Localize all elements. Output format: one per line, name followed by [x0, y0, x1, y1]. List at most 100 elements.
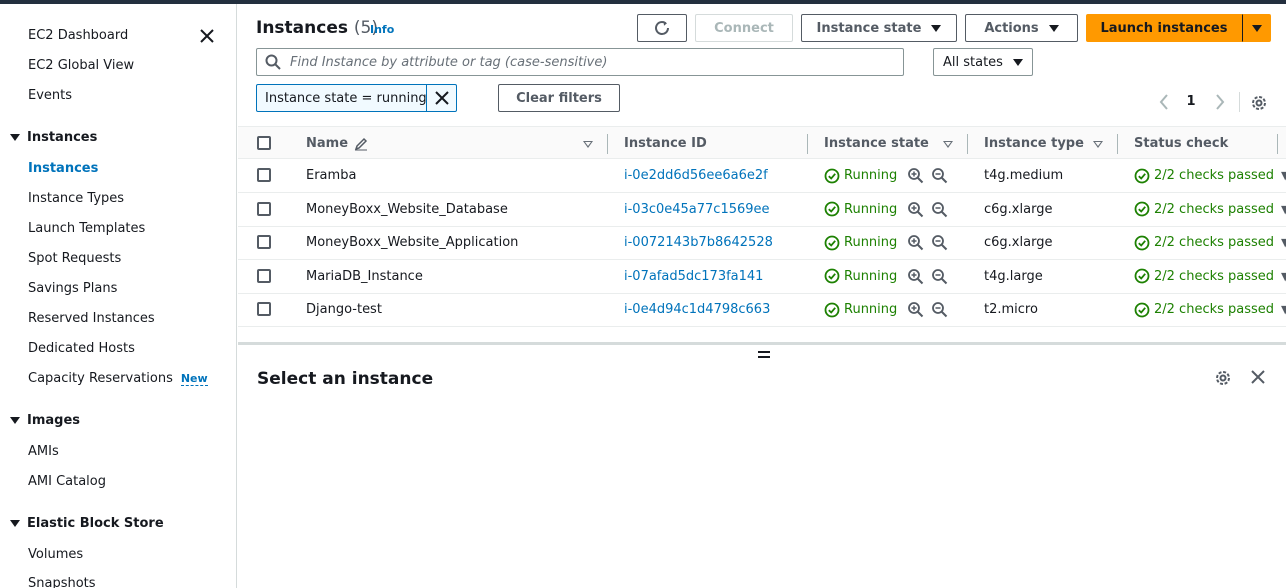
sidebar-item-reserved-instances[interactable]: Reserved Instances — [28, 311, 155, 326]
sidebar-section-label: Images — [27, 413, 81, 428]
chevron-down-icon: ▼ — [1281, 303, 1286, 317]
zoom-in-icon[interactable] — [907, 301, 924, 318]
chevron-down-icon: ▼ — [1281, 236, 1286, 250]
instance-id-link[interactable]: i-0e4d94c1d4798c663 — [624, 293, 770, 326]
zoom-out-icon[interactable] — [931, 268, 948, 285]
sidebar-item-instance-types[interactable]: Instance Types — [28, 191, 124, 206]
sort-icon[interactable] — [943, 141, 953, 148]
split-panel-close-button[interactable] — [1250, 369, 1268, 387]
close-sidebar-button[interactable] — [196, 25, 218, 47]
status-check-text: 2/2 checks passed — [1154, 168, 1275, 183]
instance-state-dropdown[interactable]: Instance state — [801, 14, 957, 42]
sidebar-item-ami-catalog[interactable]: AMI Catalog — [28, 474, 106, 489]
column-divider[interactable] — [967, 134, 968, 154]
clear-filters-button[interactable]: Clear filters — [498, 84, 620, 112]
zoom-in-icon[interactable] — [907, 234, 924, 251]
column-header-name[interactable]: Name — [306, 127, 368, 160]
sidebar-item-launch-templates[interactable]: Launch Templates — [28, 221, 145, 236]
sort-icon[interactable] — [583, 141, 593, 148]
column-header-status-check[interactable]: Status check — [1134, 127, 1228, 160]
chevron-down-icon: ▼ — [1281, 169, 1286, 182]
zoom-out-icon[interactable] — [931, 167, 948, 184]
check-circle-icon — [824, 302, 840, 318]
next-page-button[interactable] — [1212, 94, 1228, 110]
instance-state-dropdown-label: Instance state — [816, 20, 922, 36]
instance-id-link[interactable]: i-07afad5dc173fa141 — [624, 260, 763, 293]
sidebar-item-amis[interactable]: AMIs — [28, 444, 59, 459]
sidebar-item-capacity-reservations[interactable]: Capacity Reservations New — [28, 371, 208, 386]
column-divider[interactable] — [607, 134, 608, 154]
sort-icon[interactable] — [1093, 141, 1103, 148]
filter-token: Instance state = running — [256, 84, 457, 112]
chevron-down-icon: ▼ — [1281, 202, 1286, 216]
sidebar-item-spot-requests[interactable]: Spot Requests — [28, 251, 121, 266]
row-checkbox[interactable] — [257, 201, 271, 216]
launch-instances-button[interactable]: Launch instances — [1086, 14, 1242, 42]
column-divider[interactable] — [807, 134, 808, 154]
instance-id-link[interactable]: i-03c0e45a77c1569ee — [624, 193, 770, 226]
resize-handle[interactable] — [758, 351, 770, 359]
sidebar-item-volumes[interactable]: Volumes — [28, 547, 83, 562]
table-row[interactable]: Eramba i-0e2dd6d56ee6a6e2f Running t4g.medi… — [238, 159, 1286, 193]
info-link[interactable]: Info — [370, 23, 394, 36]
states-select-value: All states — [943, 54, 1003, 70]
refresh-icon — [655, 21, 669, 35]
instance-id-link[interactable]: i-0e2dd6d56ee6a6e2f — [624, 159, 768, 192]
zoom-out-icon[interactable] — [931, 201, 948, 218]
split-panel: Select an instance — [238, 342, 1286, 588]
states-select[interactable]: All states — [933, 48, 1033, 76]
sidebar-item-dedicated-hosts[interactable]: Dedicated Hosts — [28, 341, 135, 356]
table-preferences-button[interactable] — [1250, 94, 1268, 112]
row-checkbox[interactable] — [257, 235, 271, 250]
column-divider[interactable] — [1117, 134, 1118, 154]
gear-icon — [1252, 96, 1266, 110]
connect-button[interactable]: Connect — [695, 14, 793, 42]
sidebar-section-instances[interactable]: Instances — [10, 130, 97, 145]
column-header-instance-state[interactable]: Instance state — [824, 127, 929, 160]
instance-name: MoneyBoxx_Website_Application — [306, 235, 519, 251]
sidebar-item-events[interactable]: Events — [28, 88, 72, 103]
chevron-down-icon: ▼ — [1281, 269, 1286, 283]
check-circle-icon — [824, 201, 840, 217]
zoom-in-icon[interactable] — [907, 167, 924, 184]
select-all-checkbox[interactable] — [257, 136, 271, 150]
column-header-instance-id[interactable]: Instance ID — [624, 127, 707, 160]
table-row[interactable]: MariaDB_Instance i-07afad5dc173fa141 Runni… — [238, 260, 1286, 294]
sidebar-item-savings-plans[interactable]: Savings Plans — [28, 281, 117, 296]
sidebar-section-images[interactable]: Images — [10, 413, 80, 428]
sidebar-item-ec2-dashboard[interactable]: EC2 Dashboard — [28, 28, 128, 43]
row-checkbox[interactable] — [257, 168, 271, 182]
refresh-button[interactable] — [637, 14, 687, 42]
zoom-out-icon[interactable] — [931, 301, 948, 318]
row-checkbox[interactable] — [257, 268, 271, 283]
zoom-out-icon[interactable] — [931, 234, 948, 251]
sidebar-item-ec2-global-view[interactable]: EC2 Global View — [28, 58, 134, 73]
zoom-in-icon[interactable] — [907, 201, 924, 218]
sidebar-section-elastic-block-store[interactable]: Elastic Block Store — [10, 516, 164, 531]
split-panel-title: Select an instance — [257, 369, 434, 389]
page-title-text: Instances — [256, 18, 348, 38]
zoom-in-icon[interactable] — [907, 268, 924, 285]
instance-id-link[interactable]: i-0072143b7b8642528 — [624, 226, 773, 259]
divider — [1239, 92, 1240, 112]
close-icon — [1251, 370, 1265, 384]
actions-dropdown[interactable]: Actions — [965, 14, 1078, 42]
sidebar-item-instances[interactable]: Instances — [28, 161, 98, 176]
filter-token-label: Instance state = running — [257, 85, 427, 111]
column-header-instance-type[interactable]: Instance type — [984, 127, 1084, 160]
sidebar-item-snapshots[interactable]: Snapshots — [28, 576, 96, 588]
row-checkbox[interactable] — [257, 302, 271, 317]
previous-page-button[interactable] — [1156, 94, 1172, 110]
page-number[interactable]: 1 — [1184, 94, 1198, 109]
close-icon — [200, 29, 214, 43]
column-divider[interactable] — [1277, 134, 1278, 154]
check-circle-icon — [1134, 268, 1150, 284]
table-row[interactable]: MoneyBoxx_Website_Application i-0072143b7… — [238, 226, 1286, 261]
launch-instances-dropdown[interactable] — [1242, 14, 1271, 42]
remove-filter-button[interactable] — [427, 85, 456, 111]
split-panel-preferences-button[interactable] — [1214, 369, 1232, 387]
sidebar: EC2 Dashboard EC2 Global View Events Ins… — [0, 4, 237, 588]
table-row[interactable]: Django-test i-0e4d94c1d4798c663 Running t2.… — [238, 293, 1286, 328]
table-row[interactable]: MoneyBoxx_Website_Database i-03c0e45a77c1… — [238, 193, 1286, 227]
search-input[interactable]: Find Instance by attribute or tag (case-… — [256, 48, 904, 76]
